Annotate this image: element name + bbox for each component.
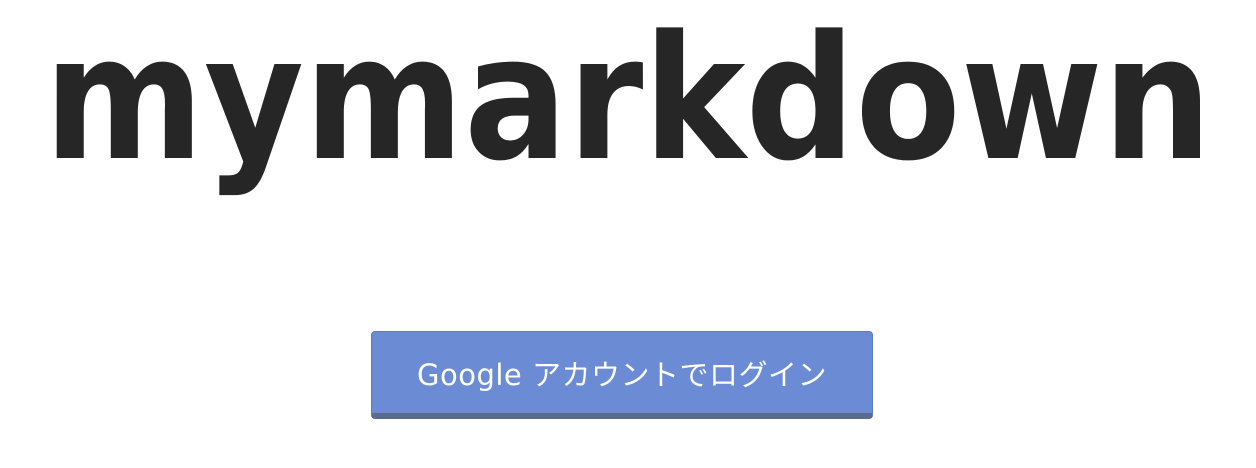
google-login-button-label: Google アカウントでログイン [417,357,827,392]
login-page: mymarkdown Google アカウントでログイン [0,0,1256,468]
app-logo-svg: mymarkdown [44,0,1212,199]
google-login-button[interactable]: Google アカウントでログイン [371,331,873,419]
app-logo: mymarkdown [0,0,1256,220]
app-logo-text: mymarkdown [44,0,1212,199]
